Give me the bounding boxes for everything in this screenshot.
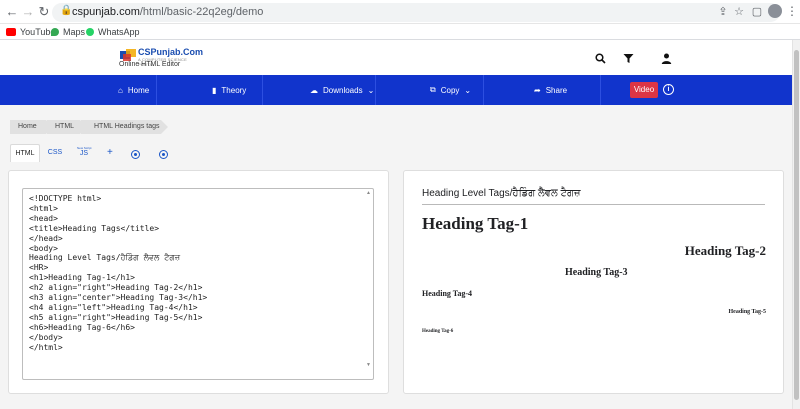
preview-h1: Heading Tag-1 xyxy=(422,214,529,233)
breadcrumb-item-html[interactable]: HTML xyxy=(47,120,87,134)
run-right-icon[interactable] xyxy=(159,150,168,159)
run-left-icon[interactable] xyxy=(131,150,140,159)
nav-copy[interactable]: ⧉ Copy ⌄ xyxy=(430,75,471,105)
preview-hr xyxy=(422,204,765,205)
breadcrumb-label: Home xyxy=(18,123,37,130)
bookmark-label: WhatsApp xyxy=(98,27,140,37)
bookmarks-bar: YouTube Maps WhatsApp xyxy=(0,24,800,40)
nav-divider xyxy=(156,75,157,105)
tab-js-note: New Script xyxy=(77,146,92,150)
user-icon[interactable] xyxy=(660,53,672,65)
scroll-down-icon[interactable]: ▼ xyxy=(366,362,371,368)
nav-divider xyxy=(375,75,376,105)
profile-avatar[interactable] xyxy=(768,4,782,18)
site-header: CSPunjab.Com A COMPUTER SCIENCE PORTAL xyxy=(0,40,792,75)
preview-h6: Heading Tag-6 xyxy=(422,329,454,334)
whatsapp-icon xyxy=(86,28,94,36)
preview-h2: Heading Tag-2 xyxy=(684,243,766,258)
site-subtitle: Online HTML Editor xyxy=(119,61,181,68)
tab-label: HTML xyxy=(15,150,35,157)
logo-text: CSPunjab.Com xyxy=(138,47,204,57)
url-text: cspunjab.com/html/basic-22q2eg/demo xyxy=(72,6,264,18)
tab-html[interactable]: HTML xyxy=(10,144,40,162)
bookmark-maps[interactable]: Maps xyxy=(51,25,85,39)
info-icon[interactable]: i xyxy=(663,84,674,95)
scroll-up-icon[interactable]: ▲ xyxy=(366,190,371,196)
nav-label: Copy xyxy=(440,85,460,95)
nav-home[interactable]: ⌂ Home xyxy=(118,75,149,105)
tab-label: JS xyxy=(79,150,89,157)
chevron-down-icon: ⌄ xyxy=(464,85,472,95)
share-page-icon[interactable]: ⇪ xyxy=(716,5,730,19)
breadcrumb-item-current: HTML Headings tags xyxy=(81,120,168,134)
bookmark-youtube[interactable]: YouTube xyxy=(6,25,55,39)
breadcrumb-label: HTML Headings tags xyxy=(94,123,160,130)
forward-icon[interactable]: → xyxy=(20,4,36,20)
nav-theory[interactable]: ▮ Theory xyxy=(212,75,246,105)
search-icon[interactable] xyxy=(594,53,606,65)
cloud-download-icon: ☁ xyxy=(310,85,318,95)
nav-label: Home xyxy=(127,85,150,95)
nav-divider xyxy=(262,75,263,105)
nav-divider xyxy=(600,75,601,105)
filter-icon[interactable] xyxy=(622,53,634,65)
browser-toolbar: ← → ↻ 🔒 cspunjab.com/html/basic-22q2eg/d… xyxy=(0,0,800,24)
html-code-editor[interactable]: <!DOCTYPE html> <html> <head> <title>Hea… xyxy=(22,188,374,380)
page-scrollbar-thumb[interactable] xyxy=(794,50,799,400)
browser-menu-icon[interactable]: ⋮ xyxy=(786,4,798,18)
chevron-down-icon: ⌄ xyxy=(367,85,375,95)
back-icon[interactable]: ← xyxy=(4,4,20,20)
preview-h4: Heading Tag-4 xyxy=(422,289,473,298)
page-scrollbar[interactable] xyxy=(792,40,800,409)
nav-label: Theory xyxy=(221,85,247,95)
bookmark-whatsapp[interactable]: WhatsApp xyxy=(86,25,140,39)
preview-h3: Heading Tag-3 xyxy=(565,267,628,278)
nav-downloads[interactable]: ☁ Downloads ⌄ xyxy=(310,75,374,105)
breadcrumb-label: HTML xyxy=(55,123,75,130)
tab-css[interactable]: CSS xyxy=(44,144,66,162)
address-bar[interactable]: 🔒 cspunjab.com/html/basic-22q2eg/demo ⇪ … xyxy=(52,3,780,22)
lock-icon: 🔒 xyxy=(60,5,73,16)
home-icon: ⌂ xyxy=(118,85,123,95)
side-panel-icon[interactable]: ▢ xyxy=(750,5,764,19)
nav-label: Share xyxy=(545,85,568,95)
youtube-icon xyxy=(6,28,16,36)
bookmark-star-icon[interactable]: ☆ xyxy=(732,5,746,19)
logo-icon xyxy=(120,49,136,61)
add-tab-button[interactable]: + xyxy=(107,147,113,158)
nav-share[interactable]: ➦ Share xyxy=(534,75,567,105)
copy-icon: ⧉ xyxy=(430,85,436,94)
preview-intro-text: Heading Level Tags/ਹੈਡਿੰਗ ਲੈਵਲ ਟੈਗਜ਼ xyxy=(422,188,581,199)
maps-icon xyxy=(51,28,59,36)
breadcrumb-item-home[interactable]: Home xyxy=(10,120,53,134)
video-button[interactable]: Video xyxy=(630,82,658,98)
nav-label: Downloads xyxy=(323,85,363,95)
bookmark-label: Maps xyxy=(63,27,86,37)
nav-divider xyxy=(483,75,484,105)
share-arrow-icon: ➦ xyxy=(534,85,541,95)
preview-h5: Heading Tag-5 xyxy=(728,309,766,315)
tab-label: CSS xyxy=(47,149,63,156)
editor-scrollbar[interactable]: ▲ ▼ xyxy=(366,190,372,376)
book-icon: ▮ xyxy=(212,85,217,95)
reload-icon[interactable]: ↻ xyxy=(36,4,52,20)
